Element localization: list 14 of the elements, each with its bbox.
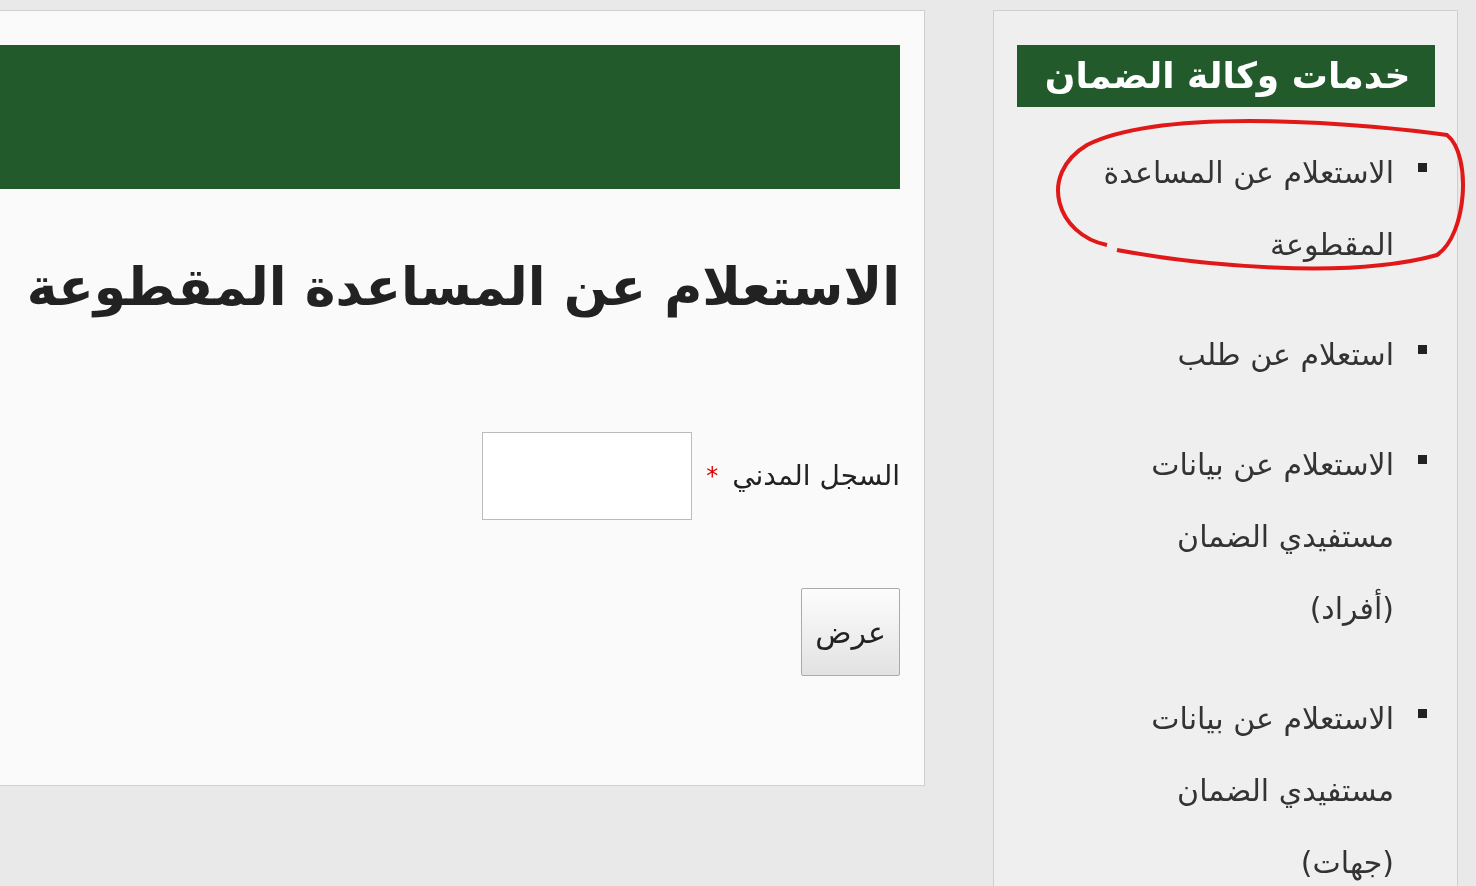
bullet-icon — [1418, 709, 1427, 718]
input-field[interactable] — [482, 432, 693, 520]
required-mark: * — [706, 461, 719, 492]
bullet-icon — [1418, 345, 1427, 354]
sidebar-link[interactable]: الاستعلام عن المساعدة المقطوعة — [1084, 137, 1394, 281]
bullet-icon — [1418, 163, 1427, 172]
bullet-icon — [1418, 455, 1427, 464]
sidebar-link[interactable]: الاستعلام عن بيانات مستفيدي الضمان (أفراد) — [1084, 429, 1394, 645]
page-title: الاستعلام عن المساعدة المقطوعة — [26, 256, 900, 320]
sidebar-link[interactable]: الاستعلام عن بيانات مستفيدي الضمان (جهات) — [1084, 683, 1394, 886]
field-label: السجل المدني — [732, 458, 900, 494]
submit-button[interactable]: عرض — [801, 588, 900, 676]
sidebar-link[interactable]: استعلام عن طلب — [1084, 319, 1394, 391]
sidebar-title: خدمات وكالة الضمان — [1044, 54, 1411, 99]
